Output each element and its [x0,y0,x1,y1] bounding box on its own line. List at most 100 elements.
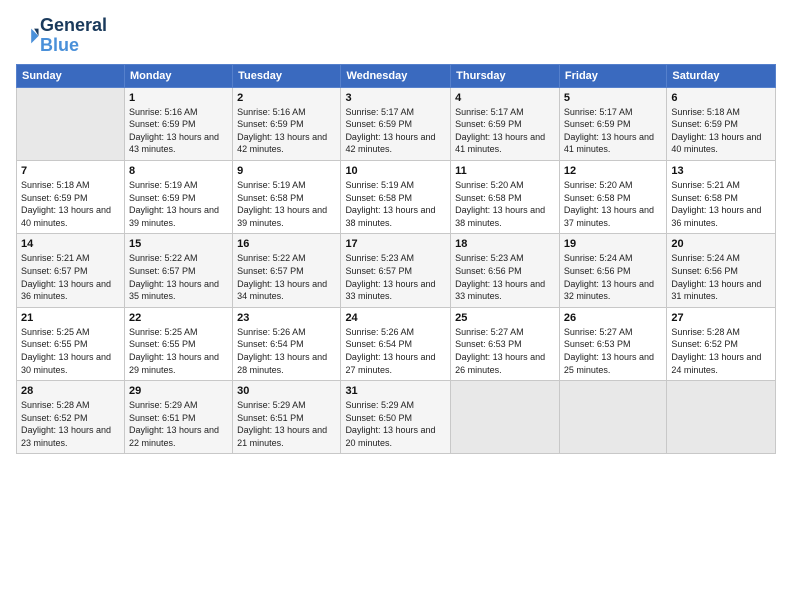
day-info: Sunrise: 5:18 AMSunset: 6:59 PMDaylight:… [21,179,120,229]
calendar-cell: 6 Sunrise: 5:18 AMSunset: 6:59 PMDaylight… [667,87,776,160]
day-info: Sunrise: 5:21 AMSunset: 6:57 PMDaylight:… [21,252,120,302]
day-number: 1 [129,92,228,104]
day-number: 12 [564,165,662,177]
calendar-week-row: 28Sunrise: 5:28 AMSunset: 6:52 PMDayligh… [17,381,776,454]
calendar-cell: 20 Sunrise: 5:24 AMSunset: 6:56 PMDayligh… [667,234,776,307]
day-number: 10 [345,165,446,177]
day-info: Sunrise: 5:23 AMSunset: 6:56 PMDaylight:… [455,252,555,302]
day-info: Sunrise: 5:17 AMSunset: 6:59 PMDaylight:… [455,106,555,156]
logo: General Blue [16,16,107,56]
day-number: 16 [237,238,336,250]
weekday-header: Saturday [667,64,776,87]
calendar-cell: 22 Sunrise: 5:25 AMSunset: 6:55 PMDayligh… [124,307,232,380]
calendar-cell: 8Sunrise: 5:19 AMSunset: 6:59 PMDaylight… [124,160,232,233]
calendar-cell: 28Sunrise: 5:28 AMSunset: 6:52 PMDayligh… [17,381,125,454]
calendar-cell: 30 Sunrise: 5:29 AMSunset: 6:51 PMDayligh… [233,381,341,454]
calendar-cell: 4 Sunrise: 5:17 AMSunset: 6:59 PMDaylight… [451,87,560,160]
day-info: Sunrise: 5:19 AMSunset: 6:59 PMDaylight:… [129,179,228,229]
header-row: SundayMondayTuesdayWednesdayThursdayFrid… [17,64,776,87]
calendar-cell: 19 Sunrise: 5:24 AMSunset: 6:56 PMDayligh… [559,234,666,307]
calendar-cell [451,381,560,454]
day-info: Sunrise: 5:29 AMSunset: 6:51 PMDaylight:… [129,399,228,449]
day-info: Sunrise: 5:29 AMSunset: 6:50 PMDaylight:… [345,399,446,449]
day-info: Sunrise: 5:22 AMSunset: 6:57 PMDaylight:… [237,252,336,302]
calendar-cell [17,87,125,160]
weekday-header: Thursday [451,64,560,87]
day-number: 2 [237,92,336,104]
day-info: Sunrise: 5:16 AMSunset: 6:59 PMDaylight:… [129,106,228,156]
day-info: Sunrise: 5:26 AMSunset: 6:54 PMDaylight:… [237,326,336,376]
day-number: 26 [564,312,662,324]
day-number: 29 [129,385,228,397]
day-number: 27 [671,312,771,324]
day-number: 11 [455,165,555,177]
logo-text: General Blue [40,16,107,56]
day-info: Sunrise: 5:25 AMSunset: 6:55 PMDaylight:… [129,326,228,376]
day-number: 3 [345,92,446,104]
calendar-cell: 24Sunrise: 5:26 AMSunset: 6:54 PMDayligh… [341,307,451,380]
calendar-table: SundayMondayTuesdayWednesdayThursdayFrid… [16,64,776,455]
day-number: 9 [237,165,336,177]
calendar-cell: 13Sunrise: 5:21 AMSunset: 6:58 PMDayligh… [667,160,776,233]
day-number: 7 [21,165,120,177]
calendar-cell: 7 Sunrise: 5:18 AMSunset: 6:59 PMDaylight… [17,160,125,233]
day-number: 30 [237,385,336,397]
calendar-cell: 10 Sunrise: 5:19 AMSunset: 6:58 PMDayligh… [341,160,451,233]
day-info: Sunrise: 5:17 AMSunset: 6:59 PMDaylight:… [345,106,446,156]
day-number: 31 [345,385,446,397]
day-number: 21 [21,312,120,324]
calendar-cell: 5Sunrise: 5:17 AMSunset: 6:59 PMDaylight… [559,87,666,160]
day-info: Sunrise: 5:25 AMSunset: 6:55 PMDaylight:… [21,326,120,376]
day-number: 22 [129,312,228,324]
day-info: Sunrise: 5:28 AMSunset: 6:52 PMDaylight:… [21,399,120,449]
day-info: Sunrise: 5:22 AMSunset: 6:57 PMDaylight:… [129,252,228,302]
day-number: 14 [21,238,120,250]
calendar-week-row: 14 Sunrise: 5:21 AMSunset: 6:57 PMDayligh… [17,234,776,307]
day-number: 25 [455,312,555,324]
day-number: 18 [455,238,555,250]
day-info: Sunrise: 5:18 AMSunset: 6:59 PMDaylight:… [671,106,771,156]
calendar-cell: 12 Sunrise: 5:20 AMSunset: 6:58 PMDayligh… [559,160,666,233]
day-info: Sunrise: 5:19 AMSunset: 6:58 PMDaylight:… [237,179,336,229]
day-info: Sunrise: 5:24 AMSunset: 6:56 PMDaylight:… [564,252,662,302]
day-number: 24 [345,312,446,324]
day-info: Sunrise: 5:27 AMSunset: 6:53 PMDaylight:… [564,326,662,376]
day-info: Sunrise: 5:19 AMSunset: 6:58 PMDaylight:… [345,179,446,229]
day-number: 6 [671,92,771,104]
calendar-cell: 2 Sunrise: 5:16 AMSunset: 6:59 PMDaylight… [233,87,341,160]
day-info: Sunrise: 5:20 AMSunset: 6:58 PMDaylight:… [455,179,555,229]
calendar-cell: 17Sunrise: 5:23 AMSunset: 6:57 PMDayligh… [341,234,451,307]
calendar-cell: 15 Sunrise: 5:22 AMSunset: 6:57 PMDayligh… [124,234,232,307]
day-info: Sunrise: 5:20 AMSunset: 6:58 PMDaylight:… [564,179,662,229]
calendar-cell: 29 Sunrise: 5:29 AMSunset: 6:51 PMDayligh… [124,381,232,454]
day-info: Sunrise: 5:28 AMSunset: 6:52 PMDaylight:… [671,326,771,376]
calendar-cell: 11 Sunrise: 5:20 AMSunset: 6:58 PMDayligh… [451,160,560,233]
calendar-cell: 9 Sunrise: 5:19 AMSunset: 6:58 PMDaylight… [233,160,341,233]
calendar-cell: 27 Sunrise: 5:28 AMSunset: 6:52 PMDayligh… [667,307,776,380]
calendar-cell: 1 Sunrise: 5:16 AMSunset: 6:59 PMDaylight… [124,87,232,160]
calendar-cell: 26 Sunrise: 5:27 AMSunset: 6:53 PMDayligh… [559,307,666,380]
day-info: Sunrise: 5:17 AMSunset: 6:59 PMDaylight:… [564,106,662,156]
calendar-cell [559,381,666,454]
weekday-header: Friday [559,64,666,87]
day-number: 15 [129,238,228,250]
day-info: Sunrise: 5:16 AMSunset: 6:59 PMDaylight:… [237,106,336,156]
calendar-cell: 25Sunrise: 5:27 AMSunset: 6:53 PMDayligh… [451,307,560,380]
calendar-cell: 16 Sunrise: 5:22 AMSunset: 6:57 PMDayligh… [233,234,341,307]
day-number: 23 [237,312,336,324]
day-info: Sunrise: 5:24 AMSunset: 6:56 PMDaylight:… [671,252,771,302]
weekday-header: Monday [124,64,232,87]
day-number: 20 [671,238,771,250]
calendar-week-row: 1 Sunrise: 5:16 AMSunset: 6:59 PMDaylight… [17,87,776,160]
weekday-header: Tuesday [233,64,341,87]
calendar-cell [667,381,776,454]
day-number: 4 [455,92,555,104]
calendar-cell: 23 Sunrise: 5:26 AMSunset: 6:54 PMDayligh… [233,307,341,380]
calendar-cell: 18 Sunrise: 5:23 AMSunset: 6:56 PMDayligh… [451,234,560,307]
weekday-header: Wednesday [341,64,451,87]
header: General Blue [16,16,776,56]
day-info: Sunrise: 5:29 AMSunset: 6:51 PMDaylight:… [237,399,336,449]
day-number: 19 [564,238,662,250]
day-info: Sunrise: 5:21 AMSunset: 6:58 PMDaylight:… [671,179,771,229]
weekday-header: Sunday [17,64,125,87]
